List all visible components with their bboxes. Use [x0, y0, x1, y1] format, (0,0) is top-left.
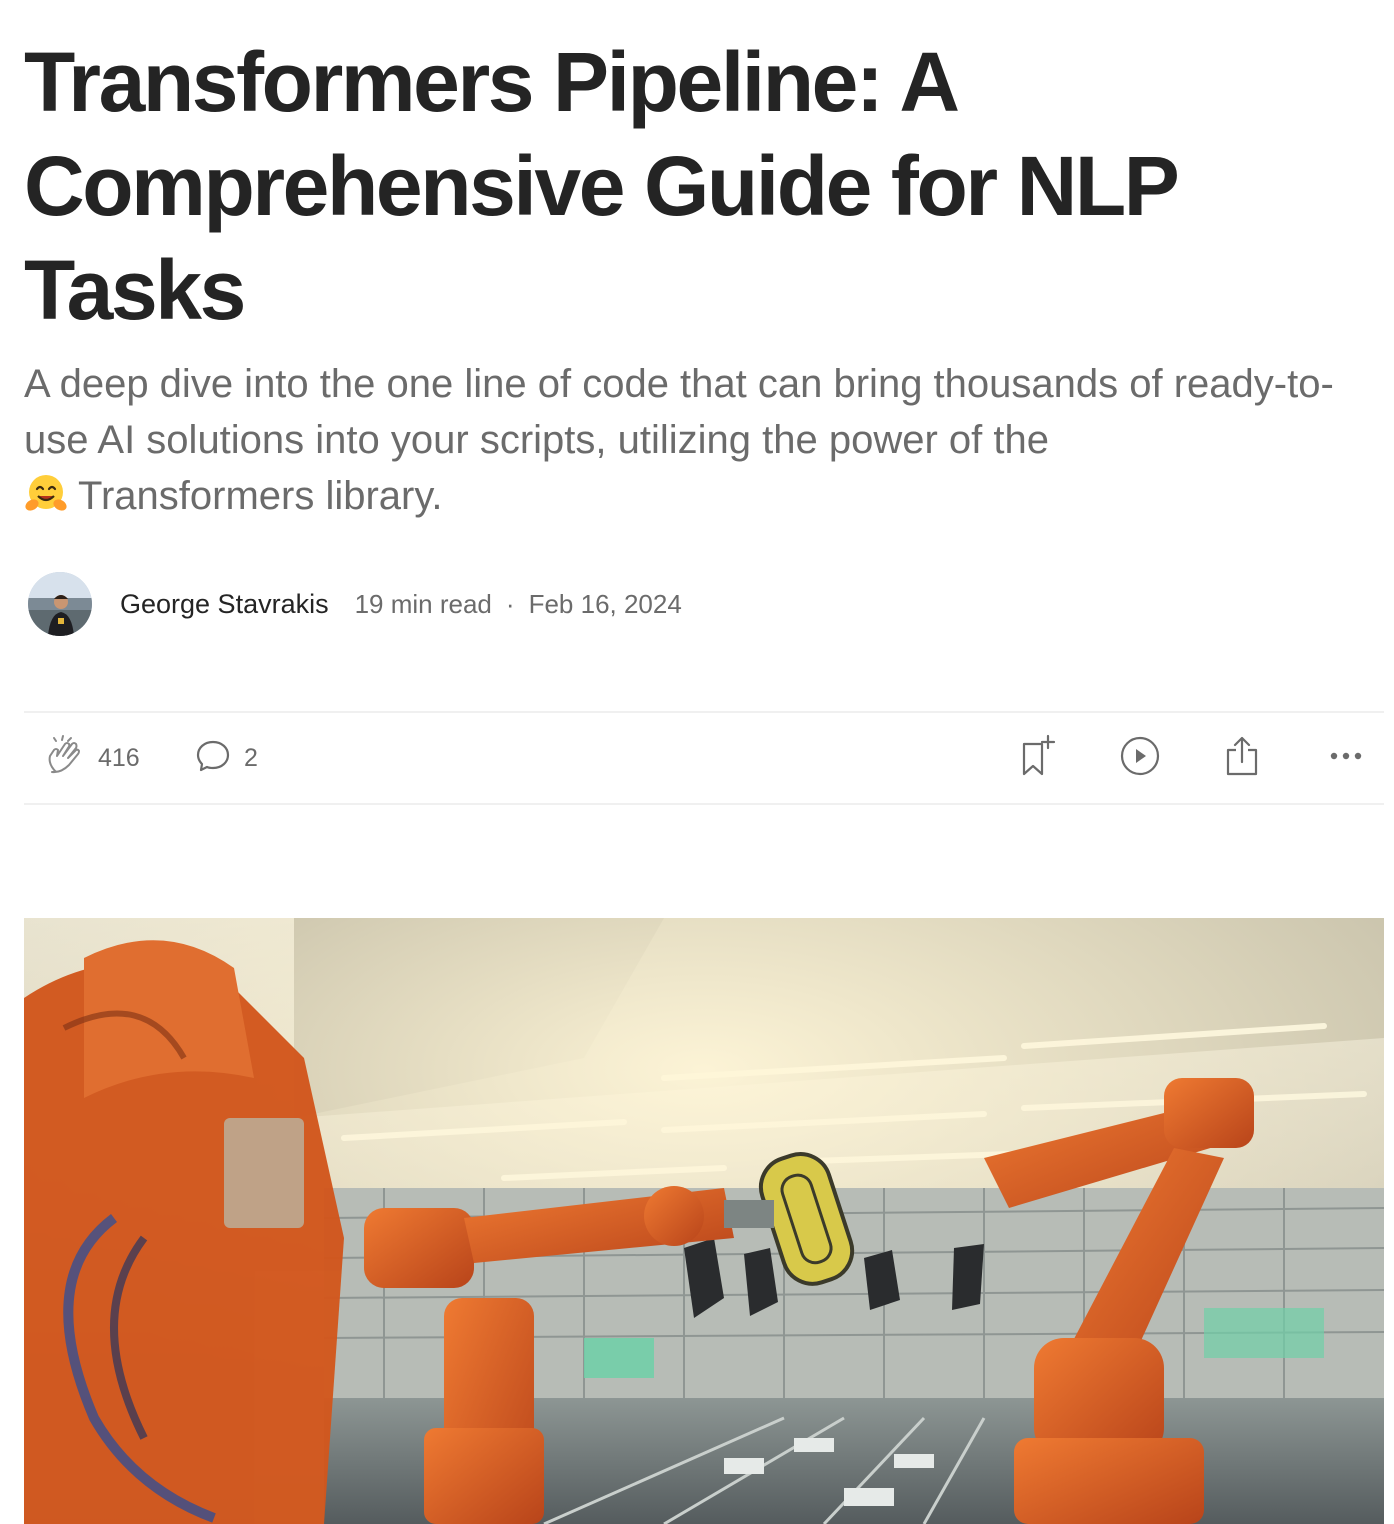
article-title: Transformers Pipeline: A Comprehensive G… [24, 35, 1178, 337]
comment-icon [194, 737, 232, 780]
article-meta: 19 min read · Feb 16, 2024 [355, 589, 682, 620]
article-subtitle: A deep dive into the one line of code th… [24, 356, 1364, 530]
listen-button[interactable] [1118, 713, 1162, 803]
hero-image [24, 918, 1384, 1524]
more-button[interactable] [1328, 713, 1364, 803]
author-name[interactable]: George Stavrakis [120, 589, 329, 620]
clap-icon [42, 734, 86, 783]
more-icon [1328, 749, 1364, 767]
publish-date: Feb 16, 2024 [528, 588, 682, 619]
save-button[interactable] [1018, 713, 1058, 803]
author-avatar[interactable] [28, 572, 92, 636]
subtitle-text: A deep dive into the one line of code th… [24, 362, 1334, 462]
subtitle-tail: Transformers library. [78, 474, 443, 518]
meta-separator: · [505, 588, 515, 619]
share-icon [1222, 734, 1262, 783]
share-button[interactable] [1222, 713, 1262, 803]
hugging-face-emoji [24, 473, 68, 530]
bookmark-add-icon [1018, 734, 1058, 783]
response-count: 2 [244, 743, 258, 772]
clap-button[interactable]: 416 [42, 713, 140, 803]
action-bar: 416 2 [24, 711, 1384, 805]
byline: George Stavrakis 19 min read · Feb 16, 2… [28, 572, 682, 636]
play-icon [1118, 734, 1162, 783]
clap-count: 416 [98, 743, 140, 772]
responses-button[interactable]: 2 [194, 713, 258, 803]
read-time: 19 min read [354, 588, 492, 619]
